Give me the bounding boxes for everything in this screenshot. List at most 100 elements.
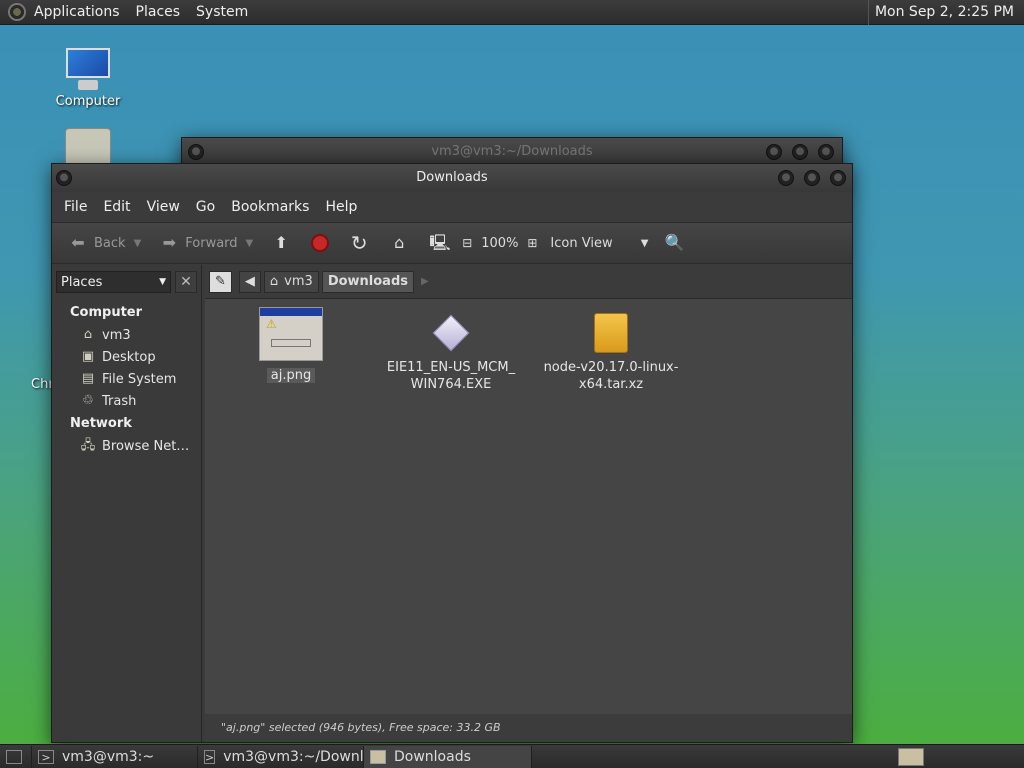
file-item-aj-png[interactable]: ⚠ aj.png (221, 307, 361, 384)
places-selector[interactable]: Places ▼ (56, 271, 171, 293)
zoom-out-icon: ⊟ (462, 236, 473, 250)
sidebar-item-label: Trash (102, 393, 137, 409)
arrow-right-icon: ➡ (162, 233, 176, 252)
desktop-icon-computer[interactable]: Computer (48, 46, 128, 109)
back-history-dropdown-icon[interactable]: ▼ (134, 238, 142, 249)
file-grid: ⚠ aj.png EIE11_EN-US_MCM_ WIN764.EXE nod… (205, 299, 852, 719)
minimize-icon[interactable] (778, 170, 794, 186)
view-mode-select[interactable]: Icon View ▼ (544, 228, 654, 258)
distro-logo-icon[interactable] (8, 3, 26, 21)
close-icon[interactable] (830, 170, 846, 186)
terminal-icon: > (38, 749, 54, 764)
workspace-switcher-icon[interactable] (898, 748, 924, 766)
close-icon[interactable] (818, 144, 834, 160)
sidebar-item-label: vm3 (102, 327, 131, 343)
pencil-icon: ✎ (215, 274, 226, 289)
computer-icon (64, 46, 112, 92)
task-terminal-home[interactable]: > vm3@vm3:~ (32, 745, 198, 768)
sidebar-item-trash[interactable]: ♲ Trash (52, 390, 201, 412)
location-bar: ✎ ◀ ⌂ vm3 Downloads ▶ (205, 265, 852, 299)
toolbar: ⬅ Back ▼ ➡ Forward ▼ ⬆ ↻ ⌂ 🖳 ⊟ 100% ⊞ Ic… (52, 222, 852, 264)
menu-go[interactable]: Go (188, 199, 223, 215)
search-icon: 🔍 (664, 233, 685, 252)
maximize-icon[interactable] (804, 170, 820, 186)
task-label: Downloads (394, 748, 471, 765)
forward-button[interactable]: ➡ Forward ▼ (153, 228, 259, 258)
sidebar-header: Places ▼ ✕ (52, 265, 201, 299)
executable-icon (431, 313, 471, 353)
back-window-titlebar[interactable]: vm3@vm3:~/Downloads (182, 138, 842, 166)
stop-button[interactable] (305, 228, 335, 258)
sidebar-item-browse-network[interactable]: 🖧 Browse Net… (52, 435, 201, 457)
places-list: Computer ⌂ vm3 ▣ Desktop ▤ File System ♲… (52, 299, 201, 457)
reload-icon: ↻ (350, 231, 368, 255)
file-name-line2: WIN764.EXE (410, 377, 492, 392)
image-thumbnail-icon: ⚠ (259, 307, 323, 361)
back-button[interactable]: ⬅ Back ▼ (62, 228, 147, 258)
sidebar-heading-network: Network (70, 416, 132, 431)
computer-icon: 🖳 (429, 233, 451, 252)
top-panel: Applications Places System Mon Sep 2, 2:… (0, 0, 1024, 25)
path-scroll-right-button[interactable]: ▶ (421, 276, 429, 287)
file-manager-window[interactable]: Downloads File Edit View Go Bookmarks He… (51, 163, 853, 743)
reload-button[interactable]: ↻ (343, 228, 375, 258)
task-terminal-downloads[interactable]: > vm3@vm3:~/Downl… (198, 745, 378, 768)
path-scroll-left-button[interactable]: ◀ (238, 270, 261, 293)
menu-edit[interactable]: Edit (95, 199, 138, 215)
sidebar-item-label: File System (102, 371, 177, 387)
arrow-up-icon: ⬆ (274, 233, 288, 252)
places-menu[interactable]: Places (128, 0, 189, 25)
crumb-label: vm3 (284, 274, 313, 289)
status-bar: "aj.png" selected (946 bytes), Free spac… (205, 714, 852, 742)
show-desktop-button[interactable] (0, 745, 32, 768)
home-folder-icon (65, 128, 111, 168)
sidebar-item-file-system[interactable]: ▤ File System (52, 368, 201, 390)
file-name-line2: x64.tar.xz (578, 377, 644, 392)
home-button[interactable]: ⌂ (383, 228, 415, 258)
sidebar-item-desktop[interactable]: ▣ Desktop (52, 346, 201, 368)
menu-help[interactable]: Help (317, 199, 365, 215)
sidebar-item-vm3[interactable]: ⌂ vm3 (52, 324, 201, 346)
desktop-icon: ▣ (81, 349, 95, 364)
up-button[interactable]: ⬆ (265, 228, 297, 258)
zoom-in-icon: ⊞ (527, 236, 538, 250)
search-button[interactable]: 🔍 (658, 228, 690, 258)
window-menu-icon[interactable] (56, 170, 72, 186)
path-crumb-vm3[interactable]: ⌂ vm3 (263, 270, 319, 293)
close-sidebar-button[interactable]: ✕ (175, 271, 197, 293)
show-desktop-icon (6, 749, 22, 764)
clock[interactable]: Mon Sep 2, 2:25 PM (867, 0, 1020, 25)
arrow-left-icon: ⬅ (71, 233, 85, 252)
file-name-line1: node-v20.17.0-linux- (543, 360, 679, 375)
zoom-out-button[interactable]: ⊟ (455, 228, 479, 258)
path-crumb-downloads[interactable]: Downloads (321, 270, 415, 293)
maximize-icon[interactable] (792, 144, 808, 160)
task-label: vm3@vm3:~ (62, 748, 155, 765)
forward-history-dropdown-icon[interactable]: ▼ (246, 238, 254, 249)
file-item-eie11-exe[interactable]: EIE11_EN-US_MCM_ WIN764.EXE (381, 313, 521, 393)
menu-file[interactable]: File (56, 199, 95, 215)
arrow-left-icon: ◀ (244, 274, 255, 289)
minimize-icon[interactable] (766, 144, 782, 160)
back-label: Back (94, 235, 126, 251)
file-view[interactable]: ✎ ◀ ⌂ vm3 Downloads ▶ ⚠ aj.png EIE11_EN-… (205, 265, 852, 742)
system-menu[interactable]: System (188, 0, 256, 25)
desktop-icon-home[interactable] (48, 128, 128, 168)
zoom-level[interactable]: 100% (479, 228, 520, 258)
home-icon: ⌂ (83, 327, 93, 342)
network-icon: 🖧 (80, 438, 96, 453)
zoom-in-button[interactable]: ⊞ (520, 228, 544, 258)
window-menu-icon[interactable] (188, 144, 204, 160)
file-item-node-archive[interactable]: node-v20.17.0-linux- x64.tar.xz (541, 313, 681, 393)
window-titlebar[interactable]: Downloads (52, 164, 852, 192)
home-icon: ⌂ (269, 274, 279, 289)
folder-icon (370, 749, 386, 764)
sidebar: Places ▼ ✕ Computer ⌂ vm3 ▣ Desktop ▤ Fi… (52, 265, 202, 742)
applications-menu[interactable]: Applications (26, 0, 128, 25)
menu-bookmarks[interactable]: Bookmarks (223, 199, 317, 215)
computer-button[interactable]: 🖳 (423, 228, 455, 258)
toggle-location-entry-button[interactable]: ✎ (209, 270, 232, 293)
menu-view[interactable]: View (139, 199, 188, 215)
task-label: vm3@vm3:~/Downl… (223, 748, 378, 765)
task-downloads[interactable]: Downloads (364, 745, 532, 768)
